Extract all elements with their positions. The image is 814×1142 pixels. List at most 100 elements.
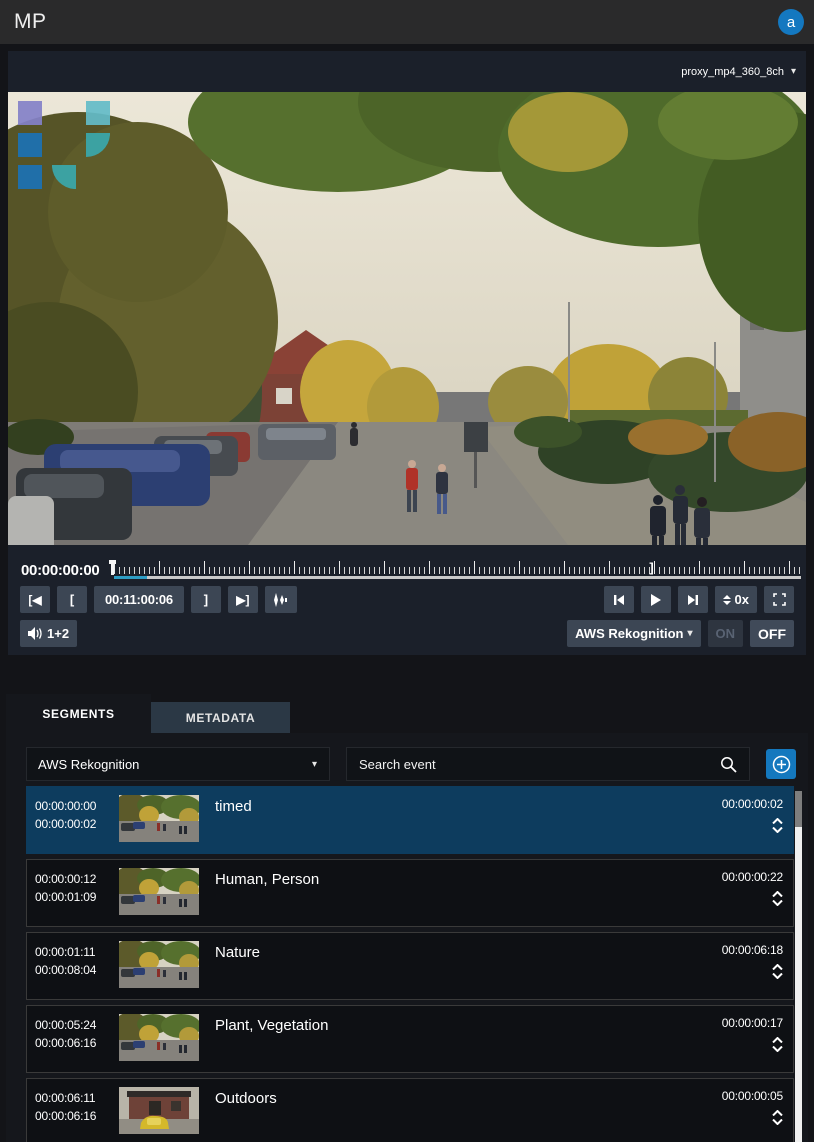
segment-start-timecode: 00:00:00:00 bbox=[35, 797, 115, 815]
segment-row[interactable]: 00:00:01:11 00:00:08:04 Nature bbox=[26, 932, 794, 1000]
fullscreen-button[interactable] bbox=[764, 586, 794, 613]
chevron-up-icon[interactable] bbox=[772, 1037, 783, 1043]
chevron-down-icon[interactable] bbox=[772, 973, 783, 979]
speed-arrows-icon bbox=[723, 595, 731, 605]
segment-right-column: 00:00:00:22 bbox=[722, 868, 785, 906]
goto-in-button[interactable]: [◀ bbox=[20, 586, 50, 613]
segment-timecodes: 00:00:00:00 00:00:00:02 bbox=[35, 795, 115, 833]
segment-right-column: 00:00:00:02 bbox=[722, 795, 785, 833]
waveform-toggle-button[interactable] bbox=[265, 586, 297, 613]
speaker-icon bbox=[28, 627, 43, 640]
play-icon bbox=[650, 594, 661, 606]
goto-out-button[interactable]: ▶] bbox=[228, 586, 258, 613]
chevron-down-icon: ▾ bbox=[687, 628, 692, 639]
segment-adjust-controls bbox=[772, 1037, 783, 1052]
skip-back-icon bbox=[613, 594, 625, 606]
speed-label: 0x bbox=[735, 592, 749, 607]
add-segment-button[interactable] bbox=[766, 749, 796, 779]
segments-panel: AWS Rekognition ▾ 00:00:00:00 00:00:00:0… bbox=[6, 733, 808, 1142]
timeline-progress-track[interactable] bbox=[114, 576, 801, 579]
overlay-off-button[interactable]: OFF bbox=[750, 620, 794, 647]
segment-end-timecode: 00:00:06:16 bbox=[35, 1034, 115, 1052]
timeline-progress-fill bbox=[114, 576, 147, 579]
tab-metadata[interactable]: METADATA bbox=[151, 702, 290, 733]
avatar-initial: a bbox=[787, 14, 795, 31]
playhead-marker[interactable] bbox=[111, 560, 114, 575]
segment-thumbnail bbox=[119, 795, 199, 842]
segment-timecodes: 00:00:05:24 00:00:06:16 bbox=[35, 1014, 115, 1052]
play-button[interactable] bbox=[641, 586, 671, 613]
playback-speed-button[interactable]: 0x bbox=[715, 586, 757, 613]
chevron-up-icon[interactable] bbox=[772, 818, 783, 824]
segment-end-timecode: 00:00:01:09 bbox=[35, 888, 115, 906]
app-title: MP bbox=[14, 10, 47, 34]
segment-right-column: 00:00:06:18 bbox=[722, 941, 785, 979]
segment-start-timecode: 00:00:05:24 bbox=[35, 1016, 115, 1034]
segment-start-timecode: 00:00:01:11 bbox=[35, 943, 115, 961]
segment-right-column: 00:00:00:17 bbox=[722, 1014, 785, 1052]
next-frame-button[interactable] bbox=[678, 586, 708, 613]
segment-label: Plant, Vegetation bbox=[215, 1014, 722, 1034]
analysis-source-value: AWS Rekognition bbox=[38, 757, 139, 772]
chevron-down-icon[interactable] bbox=[772, 1046, 783, 1052]
segment-thumbnail bbox=[119, 1087, 199, 1134]
video-frame[interactable] bbox=[8, 92, 806, 545]
out-point-marker[interactable]: ] bbox=[649, 561, 653, 575]
segment-start-timecode: 00:00:00:12 bbox=[35, 870, 115, 888]
mark-in-button[interactable]: [ bbox=[57, 586, 87, 613]
chevron-down-icon[interactable] bbox=[772, 827, 783, 833]
analysis-source-dropdown[interactable]: AWS Rekognition ▾ bbox=[26, 747, 330, 781]
tab-segments[interactable]: SEGMENTS bbox=[6, 694, 151, 733]
segment-timecodes: 00:00:06:11 00:00:06:16 bbox=[35, 1087, 115, 1125]
segment-duration: 00:00:00:05 bbox=[722, 1087, 783, 1103]
proxy-selector[interactable]: proxy_mp4_360_8ch ▾ bbox=[8, 51, 806, 92]
search-icon[interactable] bbox=[720, 756, 737, 773]
user-avatar[interactable]: a bbox=[778, 9, 804, 35]
audio-channels-button[interactable]: 1+2 bbox=[20, 620, 77, 647]
current-timecode: 00:00:00:00 bbox=[8, 562, 112, 579]
out-timecode-display[interactable]: 00:11:00:06 bbox=[94, 586, 184, 613]
segment-end-timecode: 00:00:00:02 bbox=[35, 815, 115, 833]
timeline-ruler[interactable]: ] bbox=[112, 553, 801, 579]
goto-in-icon: [◀ bbox=[28, 593, 41, 607]
segment-duration: 00:00:00:02 bbox=[722, 795, 783, 811]
segment-row[interactable]: 00:00:06:11 00:00:06:16 Outdoors 00:00:0… bbox=[26, 1078, 794, 1142]
chevron-down-icon[interactable] bbox=[772, 1119, 783, 1125]
chevron-up-icon[interactable] bbox=[772, 964, 783, 970]
broadcaster-watermark-logo bbox=[10, 97, 114, 201]
mark-out-button[interactable]: ] bbox=[191, 586, 221, 613]
segment-thumbnail bbox=[119, 941, 199, 988]
segments-scrollbar-track[interactable] bbox=[795, 791, 802, 1142]
goto-out-icon: ▶] bbox=[236, 593, 249, 607]
segment-thumbnail bbox=[119, 868, 199, 915]
segment-timecodes: 00:00:00:12 00:00:01:09 bbox=[35, 868, 115, 906]
segment-duration: 00:00:00:17 bbox=[722, 1014, 783, 1030]
top-bar: MP a bbox=[0, 0, 814, 44]
segment-row[interactable]: 00:00:00:00 00:00:00:02 timed bbox=[26, 786, 794, 854]
transport-controls: [◀ [ 00:11:00:06 ] ▶] bbox=[8, 586, 806, 613]
previous-frame-button[interactable] bbox=[604, 586, 634, 613]
segment-label: Human, Person bbox=[215, 868, 722, 888]
secondary-controls: 1+2 AWS Rekognition ▾ ON OFF bbox=[8, 620, 806, 647]
overlay-source-label: AWS Rekognition bbox=[575, 626, 683, 641]
lower-tabs: SEGMENTS METADATA bbox=[6, 694, 290, 733]
segments-scrollbar-thumb[interactable] bbox=[795, 791, 802, 827]
overlay-on-button[interactable]: ON bbox=[708, 620, 744, 647]
segment-end-timecode: 00:00:06:16 bbox=[35, 1107, 115, 1125]
chevron-up-icon[interactable] bbox=[772, 1110, 783, 1116]
segment-row[interactable]: 00:00:00:12 00:00:01:09 Human, Person bbox=[26, 859, 794, 927]
fullscreen-icon bbox=[773, 593, 786, 606]
segment-start-timecode: 00:00:06:11 bbox=[35, 1089, 115, 1107]
skip-forward-icon bbox=[687, 594, 699, 606]
segments-filter-row: AWS Rekognition ▾ bbox=[26, 747, 796, 781]
segment-adjust-controls bbox=[772, 964, 783, 979]
overlay-source-button[interactable]: AWS Rekognition ▾ bbox=[567, 620, 700, 647]
segment-duration: 00:00:06:18 bbox=[722, 941, 783, 957]
chevron-down-icon[interactable] bbox=[772, 900, 783, 906]
segment-adjust-controls bbox=[772, 1110, 783, 1125]
segment-end-timecode: 00:00:08:04 bbox=[35, 961, 115, 979]
segment-row[interactable]: 00:00:05:24 00:00:06:16 Plant, Vegeta bbox=[26, 1005, 794, 1073]
segment-label: Outdoors bbox=[215, 1087, 722, 1107]
search-input[interactable] bbox=[359, 757, 720, 772]
chevron-up-icon[interactable] bbox=[772, 891, 783, 897]
